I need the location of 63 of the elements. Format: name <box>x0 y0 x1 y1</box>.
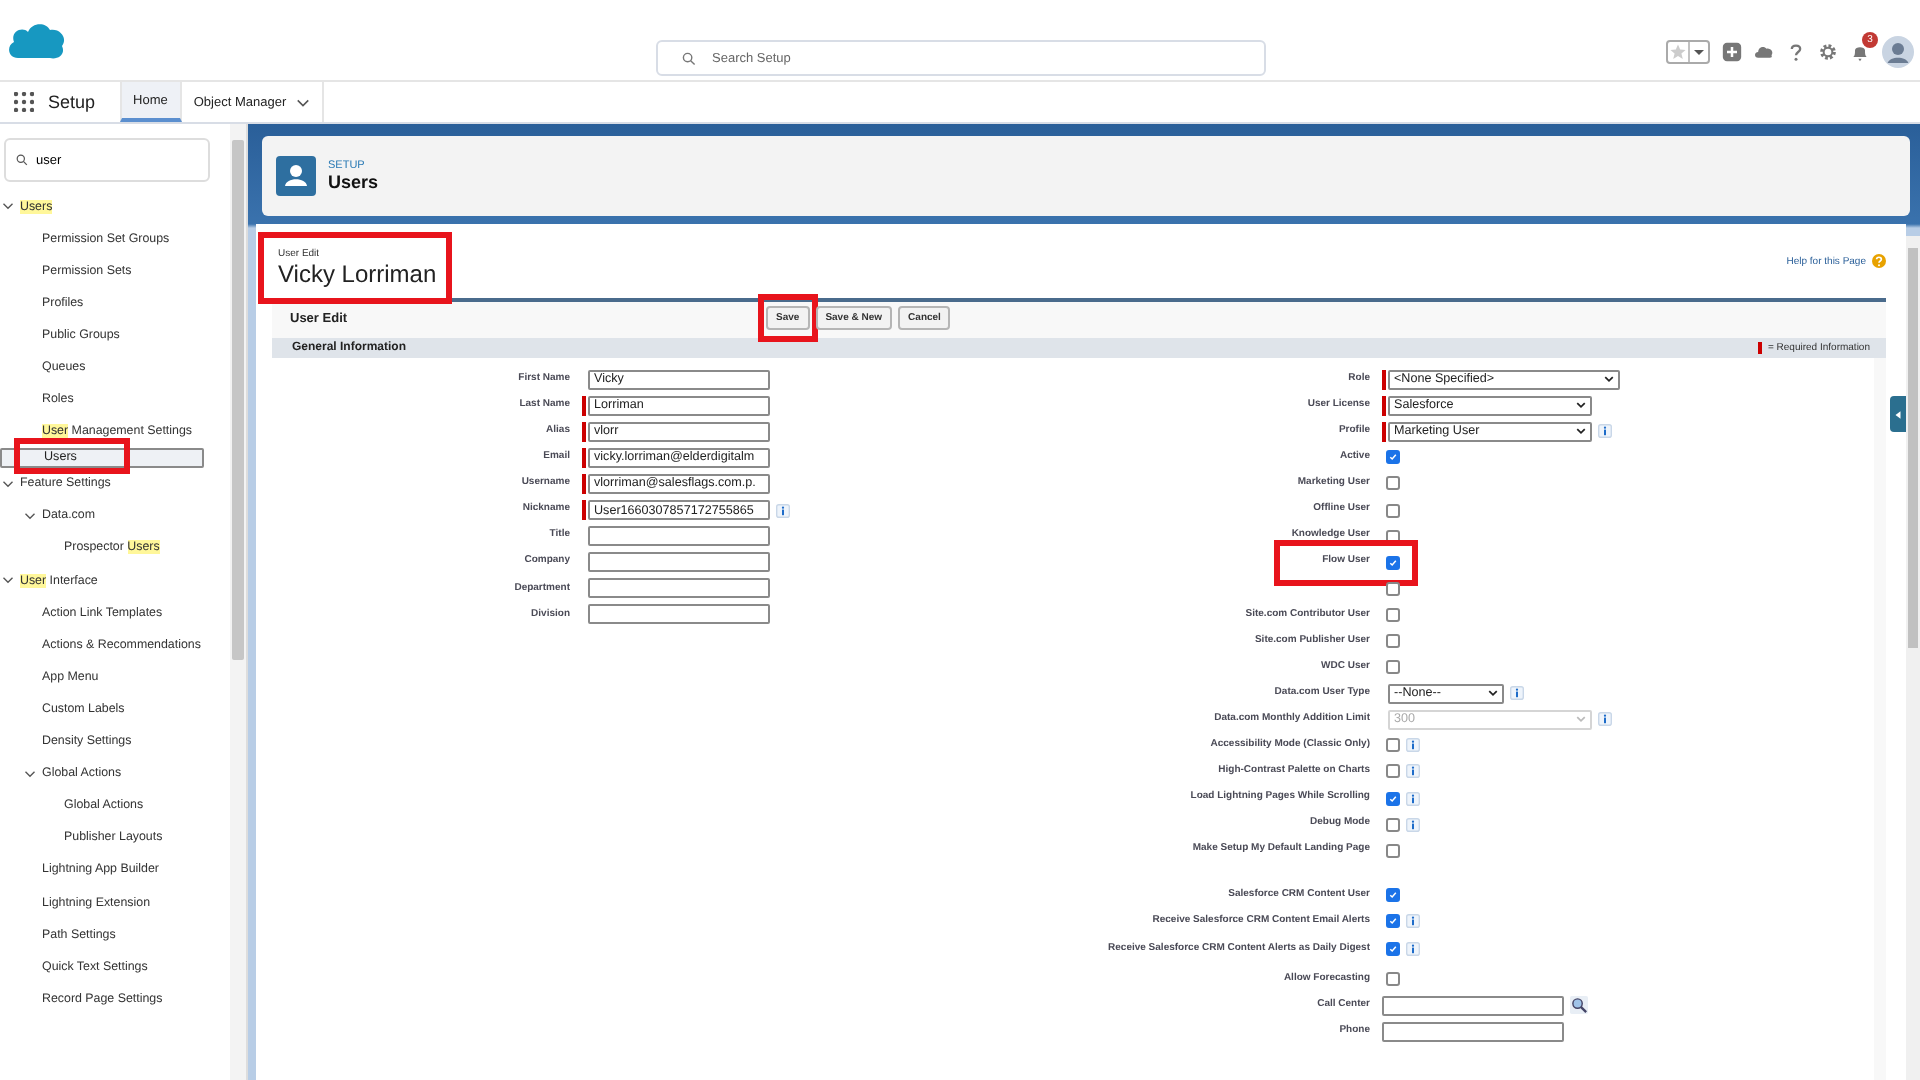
chevron-icon[interactable] <box>296 95 311 109</box>
scrollbar[interactable] <box>230 124 248 1080</box>
chevron-icon[interactable] <box>2 200 14 212</box>
checkbox[interactable] <box>1386 887 1400 902</box>
caret-icon <box>1488 688 1498 699</box>
app-launcher-icon[interactable] <box>14 92 34 112</box>
checkbox[interactable] <box>1386 764 1400 779</box>
checkbox[interactable] <box>1386 633 1400 648</box>
checkbox[interactable] <box>1386 503 1400 518</box>
info-icon[interactable] <box>1406 913 1420 928</box>
info-icon[interactable] <box>1510 686 1524 701</box>
checkbox[interactable] <box>1386 972 1400 987</box>
checkbox[interactable] <box>1386 843 1400 858</box>
text-field[interactable] <box>588 604 770 625</box>
checkbox[interactable] <box>1386 476 1400 491</box>
collapse-tab[interactable] <box>1890 396 1906 432</box>
page-title: Users <box>328 172 379 192</box>
bell-icon[interactable] <box>1850 42 1870 62</box>
checkbox[interactable] <box>1386 607 1400 622</box>
help-icon[interactable] <box>1786 42 1806 62</box>
info-icon[interactable] <box>1598 424 1612 439</box>
settings-icon[interactable] <box>1818 42 1838 62</box>
app-name: Setup <box>48 92 96 112</box>
caret-icon <box>1576 400 1586 411</box>
chevron-icon[interactable] <box>2 574 14 587</box>
search-icon <box>16 154 28 166</box>
plus-icon[interactable] <box>1722 42 1742 62</box>
lookup-icon[interactable] <box>1570 996 1588 1015</box>
checkbox[interactable] <box>1386 450 1400 465</box>
cloud-logo-icon[interactable] <box>6 19 66 61</box>
caret-icon <box>1576 714 1586 725</box>
info-icon[interactable] <box>1406 764 1420 779</box>
user-icon <box>276 156 316 196</box>
search-icon <box>682 51 696 65</box>
chevron-icon[interactable] <box>2 477 14 490</box>
checkbox[interactable] <box>1386 942 1400 957</box>
checkbox[interactable] <box>1386 791 1400 806</box>
info-icon[interactable] <box>1406 791 1420 806</box>
chevron-icon[interactable] <box>24 509 36 522</box>
text-field[interactable] <box>588 526 770 547</box>
chevron-icon[interactable] <box>24 767 36 780</box>
caret-icon <box>1604 374 1614 385</box>
info-icon[interactable] <box>1406 738 1420 753</box>
caret-icon <box>1894 409 1902 419</box>
info-icon[interactable] <box>776 503 790 518</box>
checkbox[interactable] <box>1386 913 1400 928</box>
text-field[interactable] <box>588 552 770 573</box>
checkbox[interactable] <box>1386 660 1400 675</box>
favorites-button[interactable] <box>1666 40 1710 64</box>
required-marker <box>1757 342 1762 354</box>
info-icon[interactable] <box>1406 942 1420 957</box>
scrollbar[interactable] <box>1906 236 1920 1080</box>
info-icon[interactable] <box>1406 817 1420 832</box>
avatar-icon[interactable] <box>1882 36 1914 68</box>
cloud-icon[interactable] <box>1754 42 1774 62</box>
checkbox[interactable] <box>1386 555 1400 570</box>
text-field[interactable] <box>1382 995 1564 1016</box>
caret-icon <box>1576 426 1586 437</box>
text-field[interactable] <box>588 578 770 599</box>
record-title: Vicky Lorriman <box>278 260 437 288</box>
text-field[interactable] <box>1382 1021 1564 1042</box>
checkbox[interactable] <box>1386 738 1400 753</box>
checkbox[interactable] <box>1386 817 1400 832</box>
